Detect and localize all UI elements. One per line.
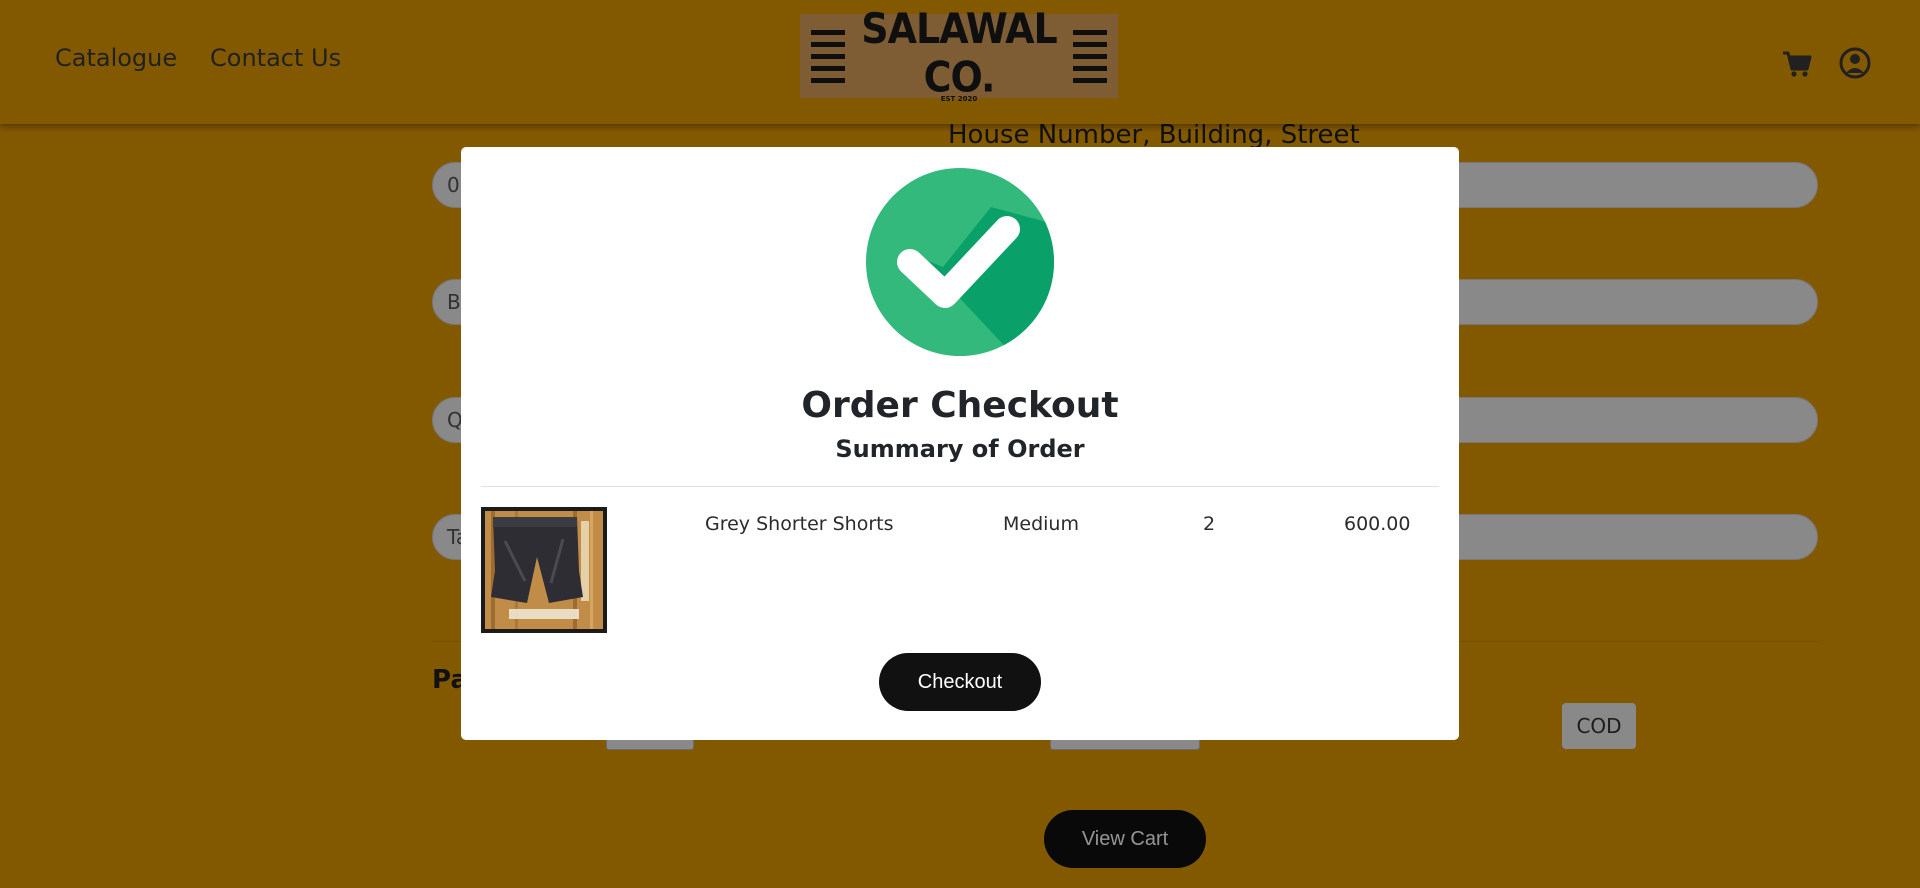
item-name: Grey Shorter Shorts	[705, 513, 894, 535]
item-quantity: 2	[1203, 513, 1216, 535]
order-checkout-modal: Order Checkout Summary of Order Grey Sho…	[461, 147, 1459, 740]
modal-title: Order Checkout	[801, 385, 1119, 426]
product-thumbnail	[481, 507, 607, 633]
checkout-button[interactable]: Checkout	[879, 653, 1041, 711]
success-check-icon	[865, 167, 1055, 361]
item-price: 600.00	[1344, 513, 1411, 535]
modal-subtitle: Summary of Order	[835, 435, 1085, 463]
modal-divider	[481, 486, 1439, 487]
item-size: Medium	[1003, 513, 1079, 535]
